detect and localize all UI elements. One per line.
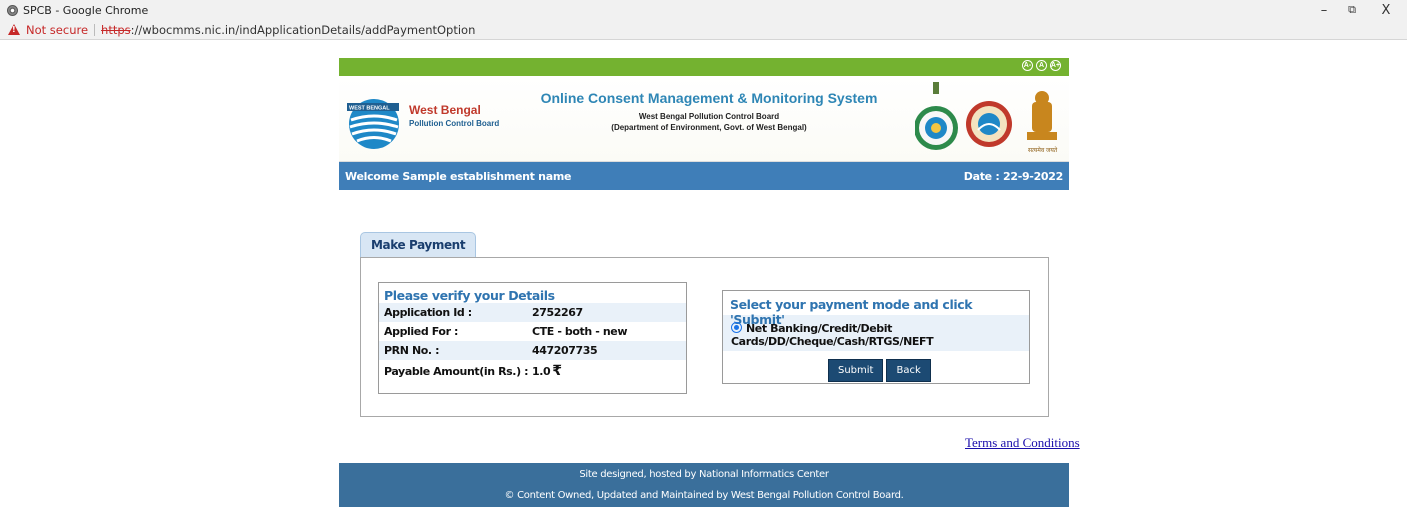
site-footer: Site designed, hosted by National Inform… xyxy=(339,463,1069,507)
system-title-block: Online Consent Management & Monitoring S… xyxy=(529,90,889,132)
warning-icon[interactable] xyxy=(8,24,20,35)
detail-label: Applied For : xyxy=(384,325,459,338)
rupee-icon: ₹ xyxy=(552,363,562,379)
payment-mode-label-1: Net Banking/Credit/Debit xyxy=(746,322,892,335)
detail-row: Payable Amount(in Rs.) : 1.0 ₹ xyxy=(379,360,686,382)
top-strip: A- A A+ xyxy=(339,58,1069,76)
security-status[interactable]: Not secure xyxy=(26,23,88,37)
org-name: West Bengal xyxy=(409,103,481,117)
url-scheme[interactable]: https xyxy=(101,23,131,37)
svg-text:WEST BENGAL: WEST BENGAL xyxy=(349,106,390,112)
board-name: West Bengal Pollution Control Board xyxy=(638,112,780,121)
tab-make-payment[interactable]: Make Payment xyxy=(360,232,477,257)
system-title: Online Consent Management & Monitoring S… xyxy=(540,90,878,106)
footer-copyright: © Content Owned, Updated and Maintained … xyxy=(504,490,904,501)
font-size-controls: A- A A+ xyxy=(1022,60,1061,71)
detail-row: Application Id : 2752267 xyxy=(379,303,686,322)
department-name: (Department of Environment, Govt. of Wes… xyxy=(611,123,807,132)
wbpcb-logo-icon: WEST BENGAL xyxy=(347,99,399,149)
detail-label: PRN No. : xyxy=(384,344,440,357)
detail-row: PRN No. : 447207735 xyxy=(379,341,686,360)
window-title: SPCB - Google Chrome xyxy=(23,3,149,17)
verify-title: Please verify your Details xyxy=(384,288,555,303)
detail-row: Applied For : CTE - both - new xyxy=(379,322,686,341)
detail-label: Application Id : xyxy=(384,306,472,319)
application-id-value: 2752267 xyxy=(532,306,583,319)
restore-button[interactable]: ⧉ xyxy=(1338,0,1366,20)
font-normal-icon[interactable]: A xyxy=(1036,60,1047,71)
current-date: Date : 22-9-2022 xyxy=(963,169,1064,183)
detail-label: Payable Amount(in Rs.) : xyxy=(384,364,529,378)
amount-text: 1.0 xyxy=(532,365,551,378)
government-emblems-icon: सत्यमेव जयते xyxy=(915,82,1058,154)
welcome-bar: Welcome Sample establishment name Date :… xyxy=(339,162,1069,190)
back-button[interactable]: Back xyxy=(886,359,931,382)
payment-mode-radio[interactable] xyxy=(731,322,742,333)
address-separator xyxy=(94,23,96,36)
payment-mode-title: Select your payment mode and click 'Subm… xyxy=(730,297,973,327)
welcome-text: Welcome Sample establishment name xyxy=(345,169,572,183)
chrome-icon xyxy=(7,4,18,16)
payable-amount-value: 1.0 ₹ xyxy=(532,363,562,379)
payment-actions: Submit Back xyxy=(828,359,931,382)
org-subname: Pollution Control Board xyxy=(409,119,500,128)
svg-text:सत्यमेव जयते: सत्यमेव जयते xyxy=(1028,146,1058,154)
url-path[interactable]: ://wbocmms.nic.in/indApplicationDetails/… xyxy=(131,23,476,37)
footer-hosting: Site designed, hosted by National Inform… xyxy=(579,469,829,480)
site-header: WEST BENGAL West Bengal Pollution Contro… xyxy=(339,76,1069,162)
prn-value: 447207735 xyxy=(532,344,598,357)
payment-mode-box: Select your payment mode and click 'Subm… xyxy=(722,290,1030,384)
address-bar[interactable]: Not secure https ://wbocmms.nic.in/indAp… xyxy=(0,20,1407,40)
window-titlebar: SPCB - Google Chrome xyxy=(0,0,1407,20)
verify-details-box: Please verify your Details Application I… xyxy=(378,282,687,394)
font-decrease-icon[interactable]: A- xyxy=(1022,60,1033,71)
submit-button[interactable]: Submit xyxy=(828,359,884,382)
font-increase-icon[interactable]: A+ xyxy=(1050,60,1061,71)
org-name-block: West Bengal Pollution Control Board xyxy=(409,103,499,128)
applied-for-value: CTE - both - new xyxy=(532,325,628,338)
terms-link[interactable]: Terms and Conditions xyxy=(965,435,1080,451)
close-button[interactable]: X xyxy=(1372,0,1400,20)
page-container: A- A A+ WEST BENGAL West Bengal Pollutio… xyxy=(339,58,1069,190)
payment-mode-label-2: Cards/DD/Cheque/Cash/RTGS/NEFT xyxy=(731,335,934,348)
minimize-button[interactable]: – xyxy=(1310,0,1338,20)
